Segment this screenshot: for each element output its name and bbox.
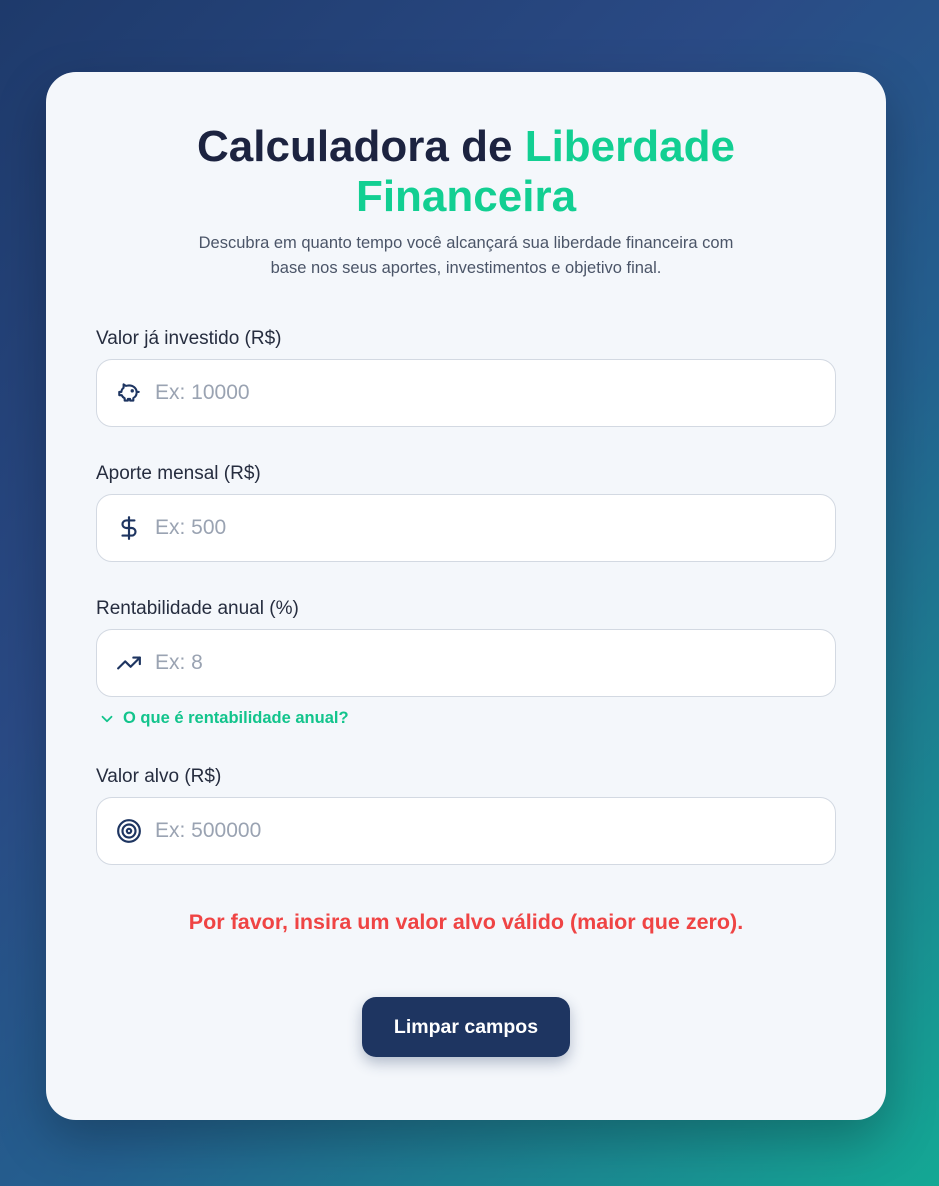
rate-label: Rentabilidade anual (%) bbox=[96, 598, 299, 619]
invested-input[interactable] bbox=[153, 380, 757, 406]
rate-input-box[interactable] bbox=[96, 629, 836, 697]
target-input-box[interactable] bbox=[96, 797, 836, 865]
invested-label: Valor já investido (R$) bbox=[96, 328, 282, 349]
trending-up-icon bbox=[115, 649, 143, 677]
monthly-label: Aporte mensal (R$) bbox=[96, 463, 261, 484]
error-message: Por favor, insira um valor alvo válido (… bbox=[188, 910, 744, 934]
actions: Limpar campos bbox=[96, 997, 836, 1057]
rate-help-toggle[interactable]: O que é rentabilidade anual? bbox=[96, 709, 836, 728]
invested-input-box[interactable] bbox=[96, 359, 836, 427]
monthly-input-box[interactable] bbox=[96, 494, 836, 562]
rate-input[interactable] bbox=[153, 650, 757, 676]
monthly-input[interactable] bbox=[153, 515, 757, 541]
rate-help-label: O que é rentabilidade anual? bbox=[123, 709, 349, 727]
dollar-sign-icon bbox=[115, 514, 143, 542]
target-field: Valor alvo (R$) bbox=[96, 765, 836, 865]
clear-fields-button[interactable]: Limpar campos bbox=[362, 997, 570, 1057]
monthly-field: Aporte mensal (R$) bbox=[96, 462, 836, 562]
rate-field: Rentabilidade anual (%) O que é rentabil… bbox=[96, 597, 836, 728]
calculator-card: Calculadora de Liberdade Financeira Desc… bbox=[46, 72, 886, 1120]
piggy-bank-icon bbox=[115, 379, 143, 407]
chevron-down-icon bbox=[101, 715, 113, 722]
target-label: Valor alvo (R$) bbox=[96, 766, 222, 787]
target-icon bbox=[115, 817, 143, 845]
title-text: Calculadora de bbox=[197, 122, 525, 171]
page-subtitle: Descubra em quanto tempo você alcançará … bbox=[198, 234, 734, 277]
invested-field: Valor já investido (R$) bbox=[96, 327, 836, 427]
page-title: Calculadora de Liberdade Financeira bbox=[166, 122, 766, 222]
target-input[interactable] bbox=[153, 818, 757, 844]
